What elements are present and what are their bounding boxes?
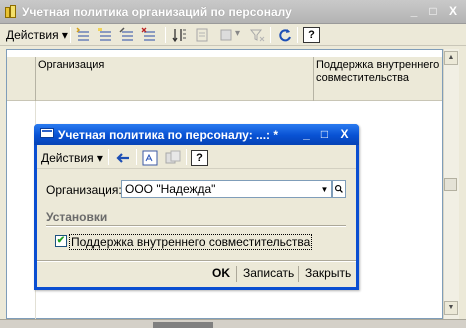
scrollbar-thumb[interactable]: [444, 178, 457, 191]
actions-menu-label: Действия: [41, 151, 94, 165]
chevron-down-icon[interactable]: ▾: [235, 28, 240, 39]
toolbar-separator: [70, 27, 71, 43]
dialog-actions-menu[interactable]: Действия ▾: [41, 151, 103, 165]
save-button[interactable]: Записать: [243, 266, 294, 280]
form-icon: [40, 128, 54, 138]
outer-window-title: Учетная политика организаций по персонал…: [22, 5, 292, 19]
refresh-icon[interactable]: [277, 27, 293, 43]
group-icon[interactable]: [219, 27, 235, 43]
organization-label: Организация:: [46, 183, 122, 197]
chevron-down-icon: ▾: [96, 151, 103, 165]
minimize-icon[interactable]: _: [405, 4, 423, 20]
minimize-icon[interactable]: _: [299, 127, 314, 142]
dialog-title: Учетная политика по персоналу: ...: *: [58, 128, 279, 142]
column-divider: [313, 57, 314, 101]
internal-part-time-checkbox[interactable]: ✔: [55, 235, 67, 247]
search-icon[interactable]: [332, 180, 346, 198]
status-strip: [0, 319, 466, 328]
close-button[interactable]: Закрыть: [305, 266, 351, 280]
app-icon: [5, 5, 17, 19]
toolbar-separator: [108, 149, 109, 165]
outer-title-bar[interactable]: Учетная политика организаций по персонал…: [0, 0, 466, 24]
toolbar-separator: [270, 27, 271, 43]
internal-part-time-label[interactable]: Поддержка внутреннего совместительства: [69, 234, 313, 250]
button-separator: [236, 266, 237, 282]
column-divider: [35, 57, 36, 101]
toolbar-separator: [186, 149, 187, 165]
structure-icon[interactable]: [142, 150, 158, 166]
chevron-down-icon: ▾: [61, 28, 68, 42]
button-separator: [298, 266, 299, 282]
chevron-down-icon[interactable]: ▼: [318, 180, 332, 198]
maximize-icon[interactable]: □: [424, 4, 442, 20]
scroll-up-icon[interactable]: ▲: [444, 51, 458, 65]
hierarchy-icon[interactable]: [195, 27, 211, 43]
sort-icon[interactable]: [171, 27, 187, 43]
ok-button[interactable]: OK: [212, 266, 230, 280]
actions-menu-label: Действия: [6, 28, 59, 42]
toolbar-separator: [136, 149, 137, 165]
help-icon[interactable]: ?: [303, 27, 320, 43]
toolbar-separator: [297, 27, 298, 43]
filter-off-icon[interactable]: [249, 27, 265, 43]
actions-menu[interactable]: Действия ▾: [6, 28, 68, 42]
delete-row-icon[interactable]: [141, 27, 157, 43]
movements-icon[interactable]: [165, 150, 181, 166]
help-icon[interactable]: ?: [191, 150, 208, 166]
scroll-down-icon[interactable]: ▼: [444, 301, 458, 315]
window-tab[interactable]: [153, 322, 213, 328]
settings-group-title: Установки: [46, 210, 108, 224]
group-divider: [46, 225, 346, 227]
organization-field[interactable]: ООО "Надежда": [121, 180, 319, 198]
toolbar-separator: [165, 27, 166, 43]
column-header-organization[interactable]: Организация: [38, 59, 104, 72]
edit-row-icon[interactable]: [119, 27, 135, 43]
maximize-icon[interactable]: □: [317, 127, 332, 142]
column-header-internal-part-time[interactable]: Поддержка внутреннего совместительства: [316, 59, 442, 85]
dialog-footer-divider: [37, 260, 356, 262]
go-back-icon[interactable]: [115, 150, 131, 166]
close-icon[interactable]: X: [337, 127, 352, 142]
close-icon[interactable]: X: [444, 4, 462, 20]
copy-row-icon[interactable]: [97, 27, 113, 43]
add-row-icon[interactable]: [75, 27, 91, 43]
